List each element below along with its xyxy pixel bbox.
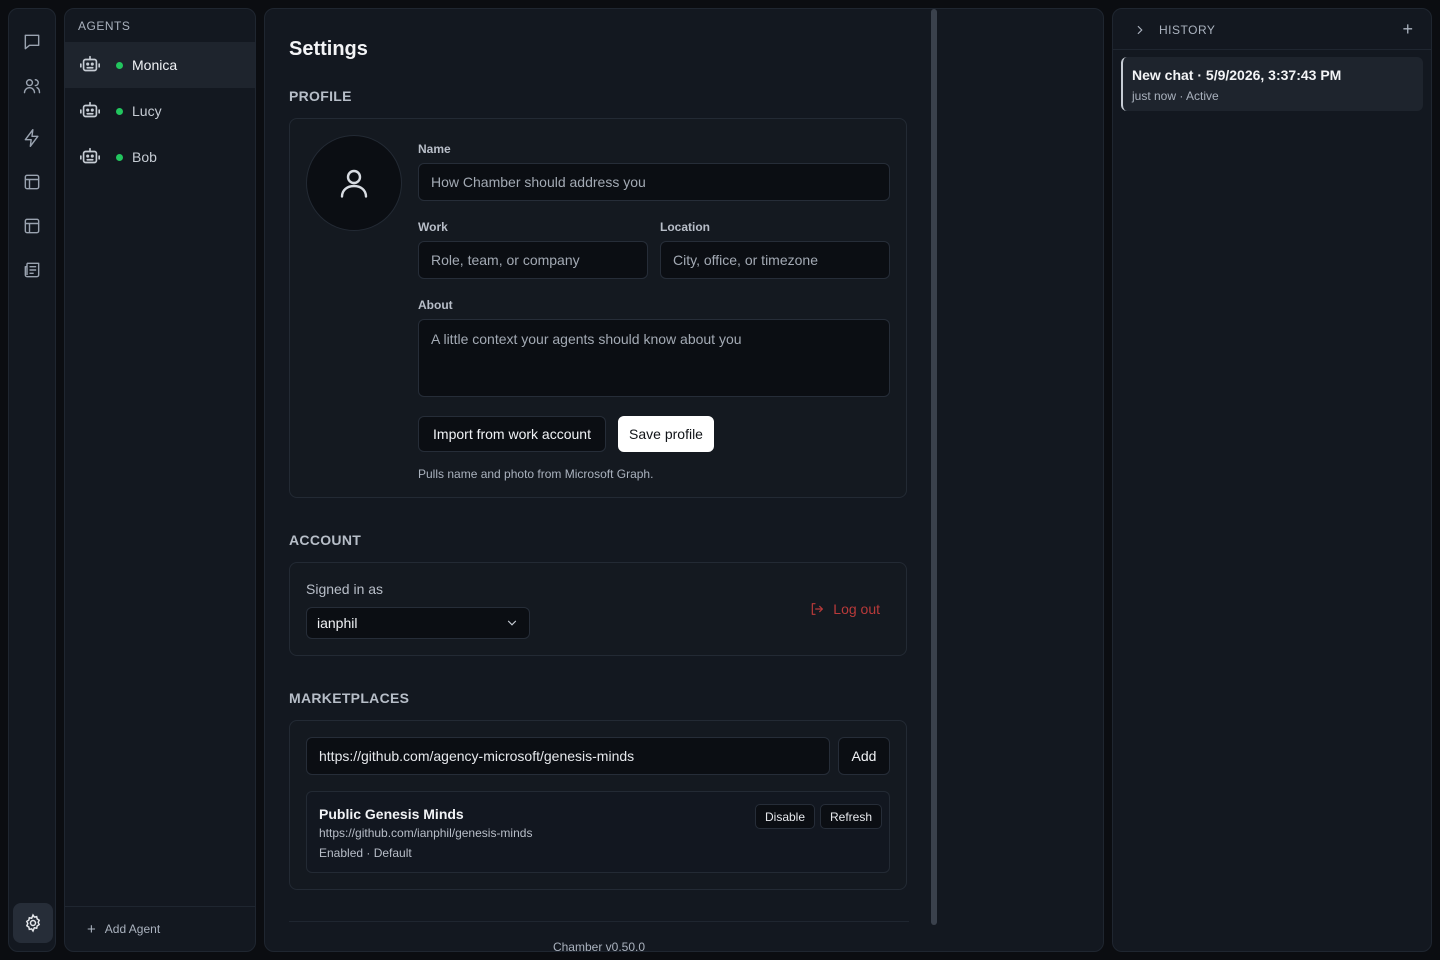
- robot-icon: [80, 101, 100, 118]
- layout-alt-icon[interactable]: [17, 211, 47, 241]
- agent-label: Bob: [132, 149, 157, 165]
- app-root: AGENTS Monica Lucy Bob + Add Agent Setti…: [0, 0, 1440, 960]
- logout-icon: [812, 603, 824, 615]
- location-input[interactable]: [660, 241, 890, 279]
- lightning-icon[interactable]: [17, 123, 47, 153]
- add-agent-label: Add Agent: [104, 922, 161, 936]
- version-label: Chamber v0.50.0: [552, 940, 646, 952]
- icon-rail: [8, 8, 56, 952]
- history-panel: HISTORY + New chat · 5/9/2026, 3:37:43 P…: [1112, 8, 1432, 952]
- marketplace-url-input[interactable]: [306, 737, 830, 775]
- agent-item-monica[interactable]: Monica: [65, 42, 255, 88]
- marketplace-name: Public Genesis Minds: [319, 806, 464, 822]
- history-item-title: New chat · 5/9/2026, 3:37:43 PM: [1132, 67, 1342, 83]
- marketplace-entry: Public Genesis Minds https://github.com/…: [306, 791, 890, 873]
- account-card: Signed in as ianphil Log out: [289, 562, 907, 656]
- logout-button[interactable]: Log out: [809, 601, 880, 617]
- profile-hint: Pulls name and photo from Microsoft Grap…: [418, 467, 654, 481]
- import-work-account-button[interactable]: Import from work account: [418, 416, 606, 452]
- logout-label: Log out: [833, 601, 880, 617]
- profile-heading: PROFILE: [289, 88, 352, 104]
- chevron-down-icon: [507, 620, 517, 626]
- history-item[interactable]: New chat · 5/9/2026, 3:37:43 PM just now…: [1121, 57, 1423, 111]
- location-label: Location: [660, 220, 710, 234]
- agent-label: Monica: [132, 57, 178, 73]
- users-icon[interactable]: [17, 71, 47, 101]
- layout-icon[interactable]: [17, 167, 47, 197]
- robot-icon: [80, 147, 100, 164]
- profile-card: Name Work Location About Import from wor…: [289, 118, 907, 498]
- agent-item-bob[interactable]: Bob: [65, 134, 255, 180]
- agent-item-lucy[interactable]: Lucy: [65, 88, 255, 134]
- plus-icon: +: [87, 920, 96, 938]
- avatar[interactable]: [306, 135, 402, 231]
- work-label: Work: [418, 220, 448, 234]
- new-chat-plus-icon[interactable]: +: [1402, 19, 1413, 40]
- about-textarea[interactable]: [418, 319, 890, 397]
- divider: [289, 921, 909, 922]
- marketplaces-card: Add Public Genesis Minds https://github.…: [289, 720, 907, 890]
- chat-icon[interactable]: [17, 27, 47, 57]
- agents-heading: AGENTS: [78, 19, 131, 33]
- gear-icon[interactable]: [13, 903, 53, 943]
- work-input[interactable]: [418, 241, 648, 279]
- marketplaces-heading: MARKETPLACES: [289, 690, 410, 706]
- page-title: Settings: [289, 38, 368, 60]
- chevron-right-icon[interactable]: [1133, 23, 1147, 37]
- agent-label: Lucy: [132, 103, 162, 119]
- history-item-meta: just now · Active: [1132, 89, 1219, 103]
- agents-panel: AGENTS Monica Lucy Bob + Add Agent: [64, 8, 256, 952]
- history-header: HISTORY +: [1113, 9, 1431, 50]
- add-agent-button[interactable]: + Add Agent: [65, 906, 255, 951]
- account-heading: ACCOUNT: [289, 532, 362, 548]
- account-select[interactable]: ianphil: [306, 607, 530, 639]
- status-online-dot: [116, 61, 123, 69]
- about-label: About: [418, 298, 453, 312]
- disable-button[interactable]: Disable: [755, 804, 816, 829]
- robot-icon: [80, 55, 100, 72]
- save-profile-button[interactable]: Save profile: [618, 416, 714, 452]
- refresh-button[interactable]: Refresh: [820, 804, 883, 829]
- history-heading: HISTORY: [1159, 23, 1216, 37]
- marketplace-status: Enabled · Default: [319, 846, 412, 860]
- scrollbar[interactable]: [931, 9, 937, 925]
- marketplace-url: https://github.com/ianphil/genesis-minds: [319, 826, 533, 840]
- account-select-value: ianphil: [317, 615, 358, 631]
- status-online-dot: [116, 107, 123, 115]
- name-input[interactable]: [418, 163, 890, 201]
- settings-panel: Settings PROFILE Name Work Location Abou…: [264, 8, 1104, 952]
- signed-in-label: Signed in as: [306, 581, 384, 597]
- name-label: Name: [418, 142, 451, 156]
- newspaper-icon[interactable]: [17, 255, 47, 285]
- add-marketplace-button[interactable]: Add: [838, 737, 890, 775]
- user-icon: [340, 169, 368, 198]
- status-online-dot: [116, 153, 123, 161]
